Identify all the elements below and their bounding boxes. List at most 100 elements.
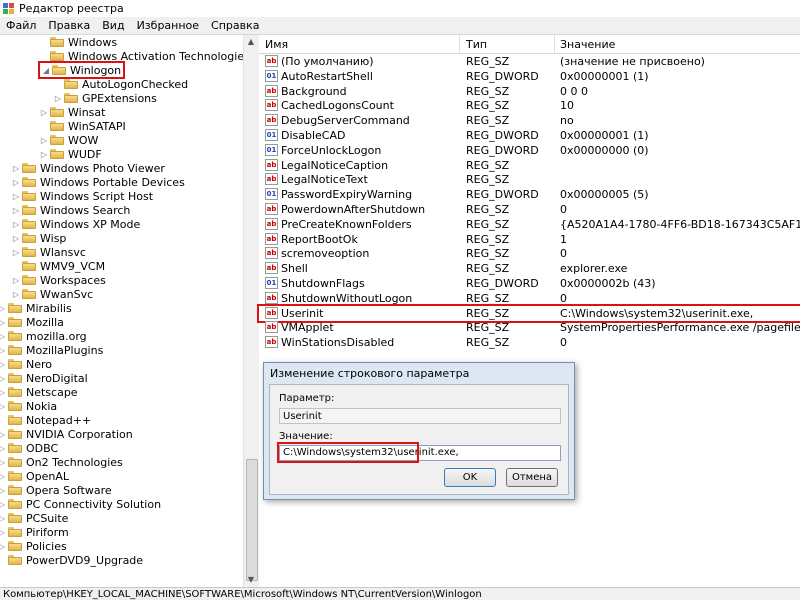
tree-node[interactable]: ▷ Windows Script Host [12,189,153,203]
value-row[interactable]: 01 PasswordExpiryWarning REG_DWORD 0x000000… [259,187,800,202]
tree-node[interactable]: ▷ On2 Technologies [0,455,123,469]
menu-help[interactable]: Справка [205,19,265,32]
value-row[interactable]: ab ShutdownWithoutLogon REG_SZ 0 [259,291,800,306]
value-row[interactable]: ab ReportBootOk REG_SZ 1 [259,232,800,247]
value-row[interactable]: 01 ShutdownFlags REG_DWORD 0x0000002b (43) [259,276,800,291]
expand-arrow-icon[interactable]: ▷ [0,373,6,383]
expand-arrow-icon[interactable]: ▷ [12,163,20,173]
value-row[interactable]: ab DebugServerCommand REG_SZ no [259,113,800,128]
tree-node[interactable]: ▷ Nero [0,357,52,371]
value-row[interactable]: ab LegalNoticeText REG_SZ [259,172,800,187]
expand-arrow-icon[interactable]: ▷ [12,289,20,299]
tree-node[interactable]: ▷ Windows XP Mode [12,217,140,231]
expand-arrow-icon[interactable]: ▷ [0,485,6,495]
tree-node[interactable]: ▷ NVIDIA Corporation [0,427,133,441]
tree-node[interactable]: Notepad++ [0,413,91,427]
expand-arrow-icon[interactable]: ▷ [12,191,20,201]
value-row[interactable]: ab WinStationsDisabled REG_SZ 0 [259,335,800,350]
expand-arrow-icon[interactable]: ▷ [12,219,20,229]
tree-node[interactable]: ▷ PCSuite [0,511,68,525]
expand-arrow-icon[interactable]: ▷ [12,233,20,243]
expand-arrow-icon[interactable]: ▷ [54,93,62,103]
value-row[interactable]: ab Background REG_SZ 0 0 0 [259,84,800,99]
tree-node[interactable]: ▷ Windows Search [12,203,130,217]
tree-node[interactable]: WMV9_VCM [12,259,105,273]
expand-arrow-icon[interactable]: ▷ [0,541,6,551]
expand-arrow-icon[interactable]: ▷ [12,205,20,215]
expand-arrow-icon[interactable]: ▷ [0,345,6,355]
tree-node[interactable]: ▷ Winsat [40,105,106,119]
tree-node[interactable]: ▷ NeroDigital [0,371,88,385]
tree-node[interactable]: ▷ Policies [0,539,67,553]
tree-node[interactable]: ▷ Wlansvc [12,245,86,259]
expand-arrow-icon[interactable]: ◢ [42,65,50,75]
tree-node[interactable]: ▷ Piriform [0,525,69,539]
menu-edit[interactable]: Правка [42,19,96,32]
column-type[interactable]: Тип [466,38,487,51]
tree-node[interactable]: ▷ WwanSvc [12,287,93,301]
scroll-thumb[interactable] [246,459,258,581]
values-list[interactable]: Имя Тип Значение ab (По умолчанию) REG_SZ(… [257,35,800,587]
tree-node[interactable]: Windows [40,35,117,49]
value-row[interactable]: 01 ForceUnlockLogon REG_DWORD 0x00000000 (0… [259,143,800,158]
tree-node[interactable]: ▷ Opera Software [0,483,112,497]
tree-node[interactable]: ▷ OpenAL [0,469,69,483]
tree-node[interactable]: ▷ mozilla.org [0,329,87,343]
menu-favorites[interactable]: Избранное [131,19,205,32]
tree-node[interactable]: ▷ Mozilla [0,315,64,329]
scroll-up-icon[interactable]: ▲ [246,37,256,47]
expand-arrow-icon[interactable]: ▷ [0,317,6,327]
expand-arrow-icon[interactable]: ▷ [12,247,20,257]
expand-arrow-icon[interactable]: ▷ [0,527,6,537]
expand-arrow-icon[interactable]: ▷ [0,303,6,313]
expand-arrow-icon[interactable]: ▷ [0,471,6,481]
expand-arrow-icon[interactable]: ▷ [0,401,6,411]
expand-arrow-icon[interactable]: ▷ [12,177,20,187]
expand-arrow-icon[interactable]: ▷ [0,457,6,467]
tree-node[interactable]: PowerDVD9_Upgrade [0,553,143,567]
expand-arrow-icon[interactable]: ▷ [40,135,48,145]
registry-tree[interactable]: Windows Windows Activation Technologies ◢ W… [0,35,259,587]
expand-arrow-icon[interactable]: ▷ [0,359,6,369]
tree-node[interactable]: ▷ MozillaPlugins [0,343,103,357]
value-row[interactable]: ab VMApplet REG_SZ SystemPropertiesPerforma… [259,320,800,335]
tree-node[interactable]: ▷ ODBC [0,441,58,455]
tree-node[interactable]: ◢ Winlogon [37,61,126,79]
menu-file[interactable]: Файл [0,19,42,32]
tree-node[interactable]: Windows Activation Technologies [40,49,250,63]
expand-arrow-icon[interactable]: ▷ [0,513,6,523]
tree-node[interactable]: ▷ WUDF [40,147,102,161]
expand-arrow-icon[interactable]: ▷ [0,499,6,509]
menu-view[interactable]: Вид [96,19,130,32]
tree-node[interactable]: ▷ Windows Portable Devices [12,175,185,189]
tree-node[interactable]: ▷ Netscape [0,385,78,399]
tree-node[interactable]: WinSATAPI [40,119,126,133]
cancel-button[interactable]: Отмена [506,468,558,487]
value-row[interactable]: ab CachedLogonsCount REG_SZ 10 [259,98,800,113]
tree-scrollbar[interactable]: ▲ ▼ [243,35,259,587]
value-row[interactable]: ab (По умолчанию) REG_SZ (значение не присв… [259,54,800,69]
column-divider[interactable] [554,35,555,53]
expand-arrow-icon[interactable]: ▷ [0,443,6,453]
tree-node[interactable]: ▷ Windows Photo Viewer [12,161,165,175]
tree-node[interactable]: ▷ Mirabilis [0,301,72,315]
tree-node[interactable]: ▷ WOW [40,133,99,147]
column-name[interactable]: Имя [265,38,288,51]
value-row[interactable]: ab Userinit REG_SZ C:\Windows\system32\user… [257,303,800,323]
scroll-down-icon[interactable]: ▼ [246,575,256,585]
value-row[interactable]: ab Shell REG_SZ explorer.exe [259,261,800,276]
value-row[interactable]: ab PreCreateKnownFolders REG_SZ {A520A1A4-1… [259,217,800,232]
column-divider[interactable] [459,35,460,53]
expand-arrow-icon[interactable]: ▷ [0,429,6,439]
value-row[interactable]: 01 DisableCAD REG_DWORD 0x00000001 (1) [259,128,800,143]
tree-node[interactable]: ▷ Wisp [12,231,66,245]
value-row[interactable]: ab LegalNoticeCaption REG_SZ [259,158,800,173]
expand-arrow-icon[interactable]: ▷ [40,149,48,159]
value-row[interactable]: ab scremoveoption REG_SZ 0 [259,246,800,261]
tree-node[interactable]: ▷ Workspaces [12,273,106,287]
expand-arrow-icon[interactable]: ▷ [12,275,20,285]
value-row[interactable]: 01 AutoRestartShell REG_DWORD 0x00000001 (1… [259,69,800,84]
expand-arrow-icon[interactable]: ▷ [40,107,48,117]
expand-arrow-icon[interactable]: ▷ [0,331,6,341]
tree-node[interactable]: ▷ Nokia [0,399,57,413]
